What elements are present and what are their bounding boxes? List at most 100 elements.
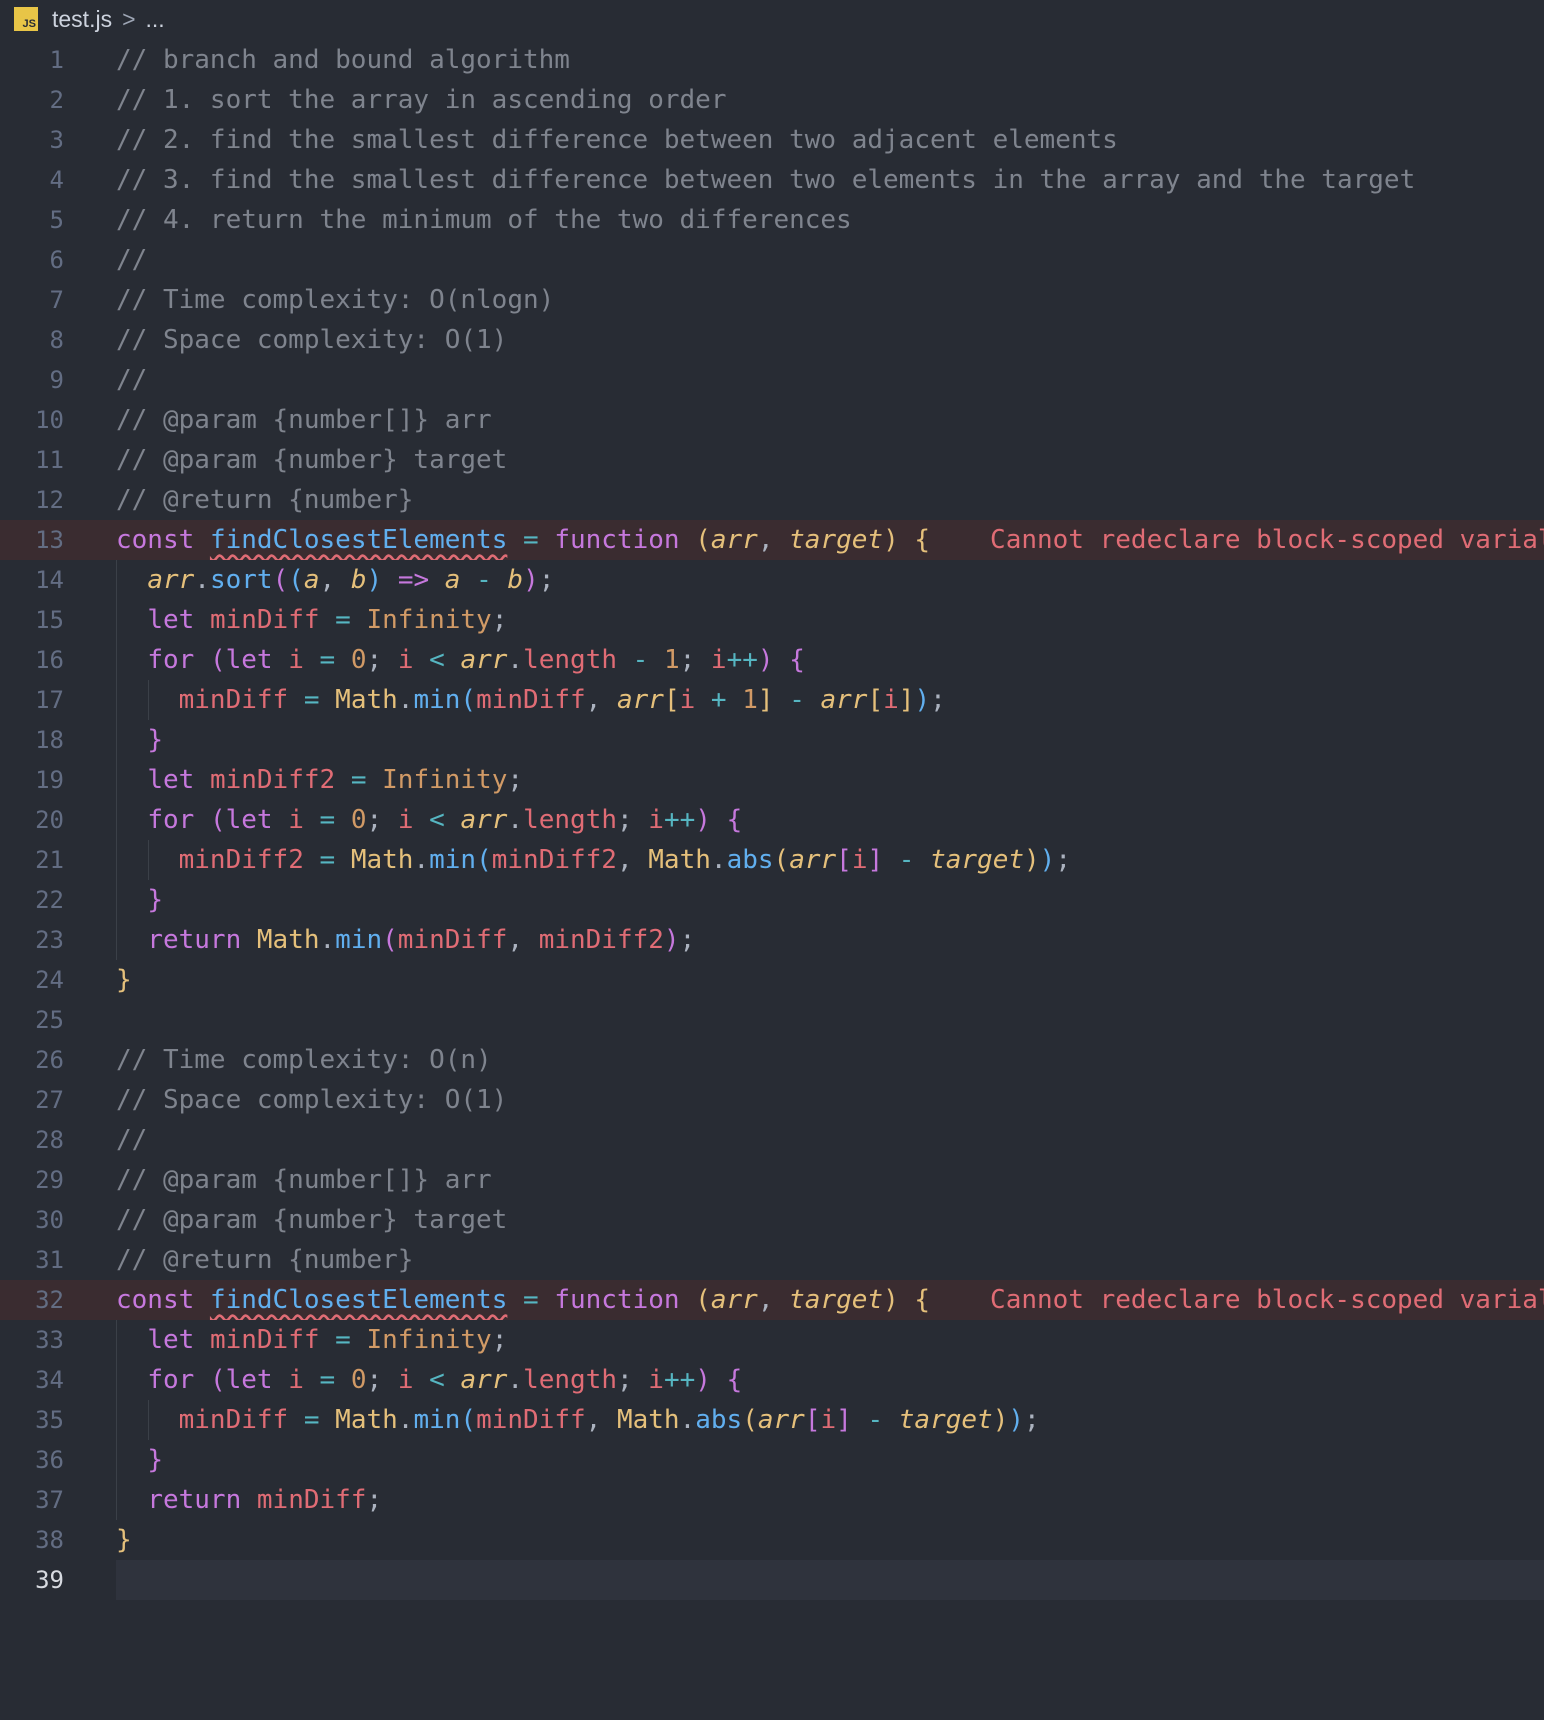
code-line: 22 }	[0, 880, 1544, 920]
code-line-error: 13 const findClosestElements = function …	[0, 520, 1544, 560]
code-text: minDiff = Math.min(minDiff, Math.abs(arr…	[178, 1405, 1040, 1435]
line-number: 32	[35, 1286, 64, 1314]
code-text: for (let i = 0; i < arr.length - 1; i++)…	[147, 645, 805, 675]
code-line: 26 // Time complexity: O(n)	[0, 1040, 1544, 1080]
code-text: minDiff = Math.min(minDiff, arr[i + 1] -…	[178, 685, 946, 715]
line-number: 8	[49, 326, 64, 354]
code-text: // Time complexity: O(n)	[116, 1045, 492, 1075]
line-number: 17	[35, 686, 64, 714]
line-number: 3	[49, 126, 64, 154]
code-text: //	[116, 245, 148, 275]
code-line: 35 minDiff = Math.min(minDiff, Math.abs(…	[0, 1400, 1544, 1440]
code-text: }	[116, 1525, 132, 1555]
code-line: 21 minDiff2 = Math.min(minDiff2, Math.ab…	[0, 840, 1544, 880]
code-line: 3 // 2. find the smallest difference bet…	[0, 120, 1544, 160]
code-line: 38 }	[0, 1520, 1544, 1560]
code-text: return Math.min(minDiff, minDiff2);	[147, 925, 696, 955]
line-number: 9	[49, 366, 64, 394]
code-line: 23 return Math.min(minDiff, minDiff2);	[0, 920, 1544, 960]
code-line: 24 }	[0, 960, 1544, 1000]
code-text: // Time complexity: O(nlogn)	[116, 285, 555, 315]
line-number: 37	[35, 1486, 64, 1514]
line-number: 1	[49, 46, 64, 74]
code-text: // @param {number} target	[116, 445, 508, 475]
line-number: 20	[35, 806, 64, 834]
line-number: 38	[35, 1526, 64, 1554]
code-text: // branch and bound algorithm	[116, 45, 570, 75]
code-line: 37 return minDiff;	[0, 1480, 1544, 1520]
code-line: 29 // @param {number[]} arr	[0, 1160, 1544, 1200]
code-text: // @param {number[]} arr	[116, 405, 492, 435]
code-text: // 2. find the smallest difference betwe…	[116, 125, 1118, 155]
code-text: for (let i = 0; i < arr.length; i++) {	[147, 1365, 743, 1395]
code-line: 6 //	[0, 240, 1544, 280]
line-number: 21	[35, 846, 64, 874]
code-line: 2 // 1. sort the array in ascending orde…	[0, 80, 1544, 120]
code-text: // 1. sort the array in ascending order	[116, 85, 727, 115]
line-number: 31	[35, 1246, 64, 1274]
error-message: Cannot redeclare block-scoped varial	[990, 1285, 1544, 1315]
line-number: 2	[49, 86, 64, 114]
line-number: 5	[49, 206, 64, 234]
code-line: 18 }	[0, 720, 1544, 760]
code-line: 10 // @param {number[]} arr	[0, 400, 1544, 440]
code-line: 25	[0, 1000, 1544, 1040]
line-number: 14	[35, 566, 64, 594]
code-editor[interactable]: 1 // branch and bound algorithm 2 // 1. …	[0, 40, 1544, 1600]
line-number: 19	[35, 766, 64, 794]
code-text: let minDiff2 = Infinity;	[147, 765, 524, 795]
error-message: Cannot redeclare block-scoped varial	[990, 525, 1544, 555]
code-line: 19 let minDiff2 = Infinity;	[0, 760, 1544, 800]
line-number: 22	[35, 886, 64, 914]
code-text: // @param {number} target	[116, 1205, 508, 1235]
line-number: 25	[35, 1006, 64, 1034]
code-line: 33 let minDiff = Infinity;	[0, 1320, 1544, 1360]
line-number: 33	[35, 1326, 64, 1354]
line-number: 26	[35, 1046, 64, 1074]
line-number: 15	[35, 606, 64, 634]
code-text: // @return {number}	[116, 485, 414, 515]
code-text: return minDiff;	[147, 1485, 383, 1515]
code-line: 14 arr.sort((a, b) => a - b);	[0, 560, 1544, 600]
code-line: 27 // Space complexity: O(1)	[0, 1080, 1544, 1120]
line-number: 30	[35, 1206, 64, 1234]
code-line: 15 let minDiff = Infinity;	[0, 600, 1544, 640]
code-line: 36 }	[0, 1440, 1544, 1480]
code-line: 5 // 4. return the minimum of the two di…	[0, 200, 1544, 240]
code-line: 7 // Time complexity: O(nlogn)	[0, 280, 1544, 320]
code-line-current[interactable]: 39	[0, 1560, 1544, 1600]
code-line: 16 for (let i = 0; i < arr.length - 1; i…	[0, 640, 1544, 680]
breadcrumb-ellipsis[interactable]: ...	[146, 6, 165, 33]
code-line: 31 // @return {number}	[0, 1240, 1544, 1280]
line-number: 36	[35, 1446, 64, 1474]
breadcrumb-file-name[interactable]: test.js	[52, 6, 112, 33]
code-text: }	[116, 965, 132, 995]
code-text: for (let i = 0; i < arr.length; i++) {	[147, 805, 743, 835]
line-number: 28	[35, 1126, 64, 1154]
code-text: const findClosestElements = function (ar…	[116, 1280, 1544, 1320]
code-line: 34 for (let i = 0; i < arr.length; i++) …	[0, 1360, 1544, 1400]
line-number: 4	[49, 166, 64, 194]
line-number: 27	[35, 1086, 64, 1114]
line-number: 35	[35, 1406, 64, 1434]
code-text: let minDiff = Infinity;	[147, 605, 508, 635]
code-text: const findClosestElements = function (ar…	[116, 520, 1544, 560]
line-number: 34	[35, 1366, 64, 1394]
code-line: 4 // 3. find the smallest difference bet…	[0, 160, 1544, 200]
code-text: // @param {number[]} arr	[116, 1165, 492, 1195]
code-line: 28 //	[0, 1120, 1544, 1160]
code-text: }	[147, 725, 163, 755]
line-number: 39	[35, 1566, 64, 1594]
code-line: 1 // branch and bound algorithm	[0, 40, 1544, 80]
code-line: 17 minDiff = Math.min(minDiff, arr[i + 1…	[0, 680, 1544, 720]
code-text: //	[116, 365, 148, 395]
code-text: minDiff2 = Math.min(minDiff2, Math.abs(a…	[178, 845, 1071, 875]
chevron-right-icon: >	[122, 5, 136, 32]
breadcrumb: JS test.js > ...	[0, 0, 1544, 38]
code-line: 20 for (let i = 0; i < arr.length; i++) …	[0, 800, 1544, 840]
code-text: }	[147, 885, 163, 915]
code-line-error: 32 const findClosestElements = function …	[0, 1280, 1544, 1320]
code-text: // 4. return the minimum of the two diff…	[116, 205, 852, 235]
line-number: 6	[49, 246, 64, 274]
code-text: let minDiff = Infinity;	[147, 1325, 508, 1355]
